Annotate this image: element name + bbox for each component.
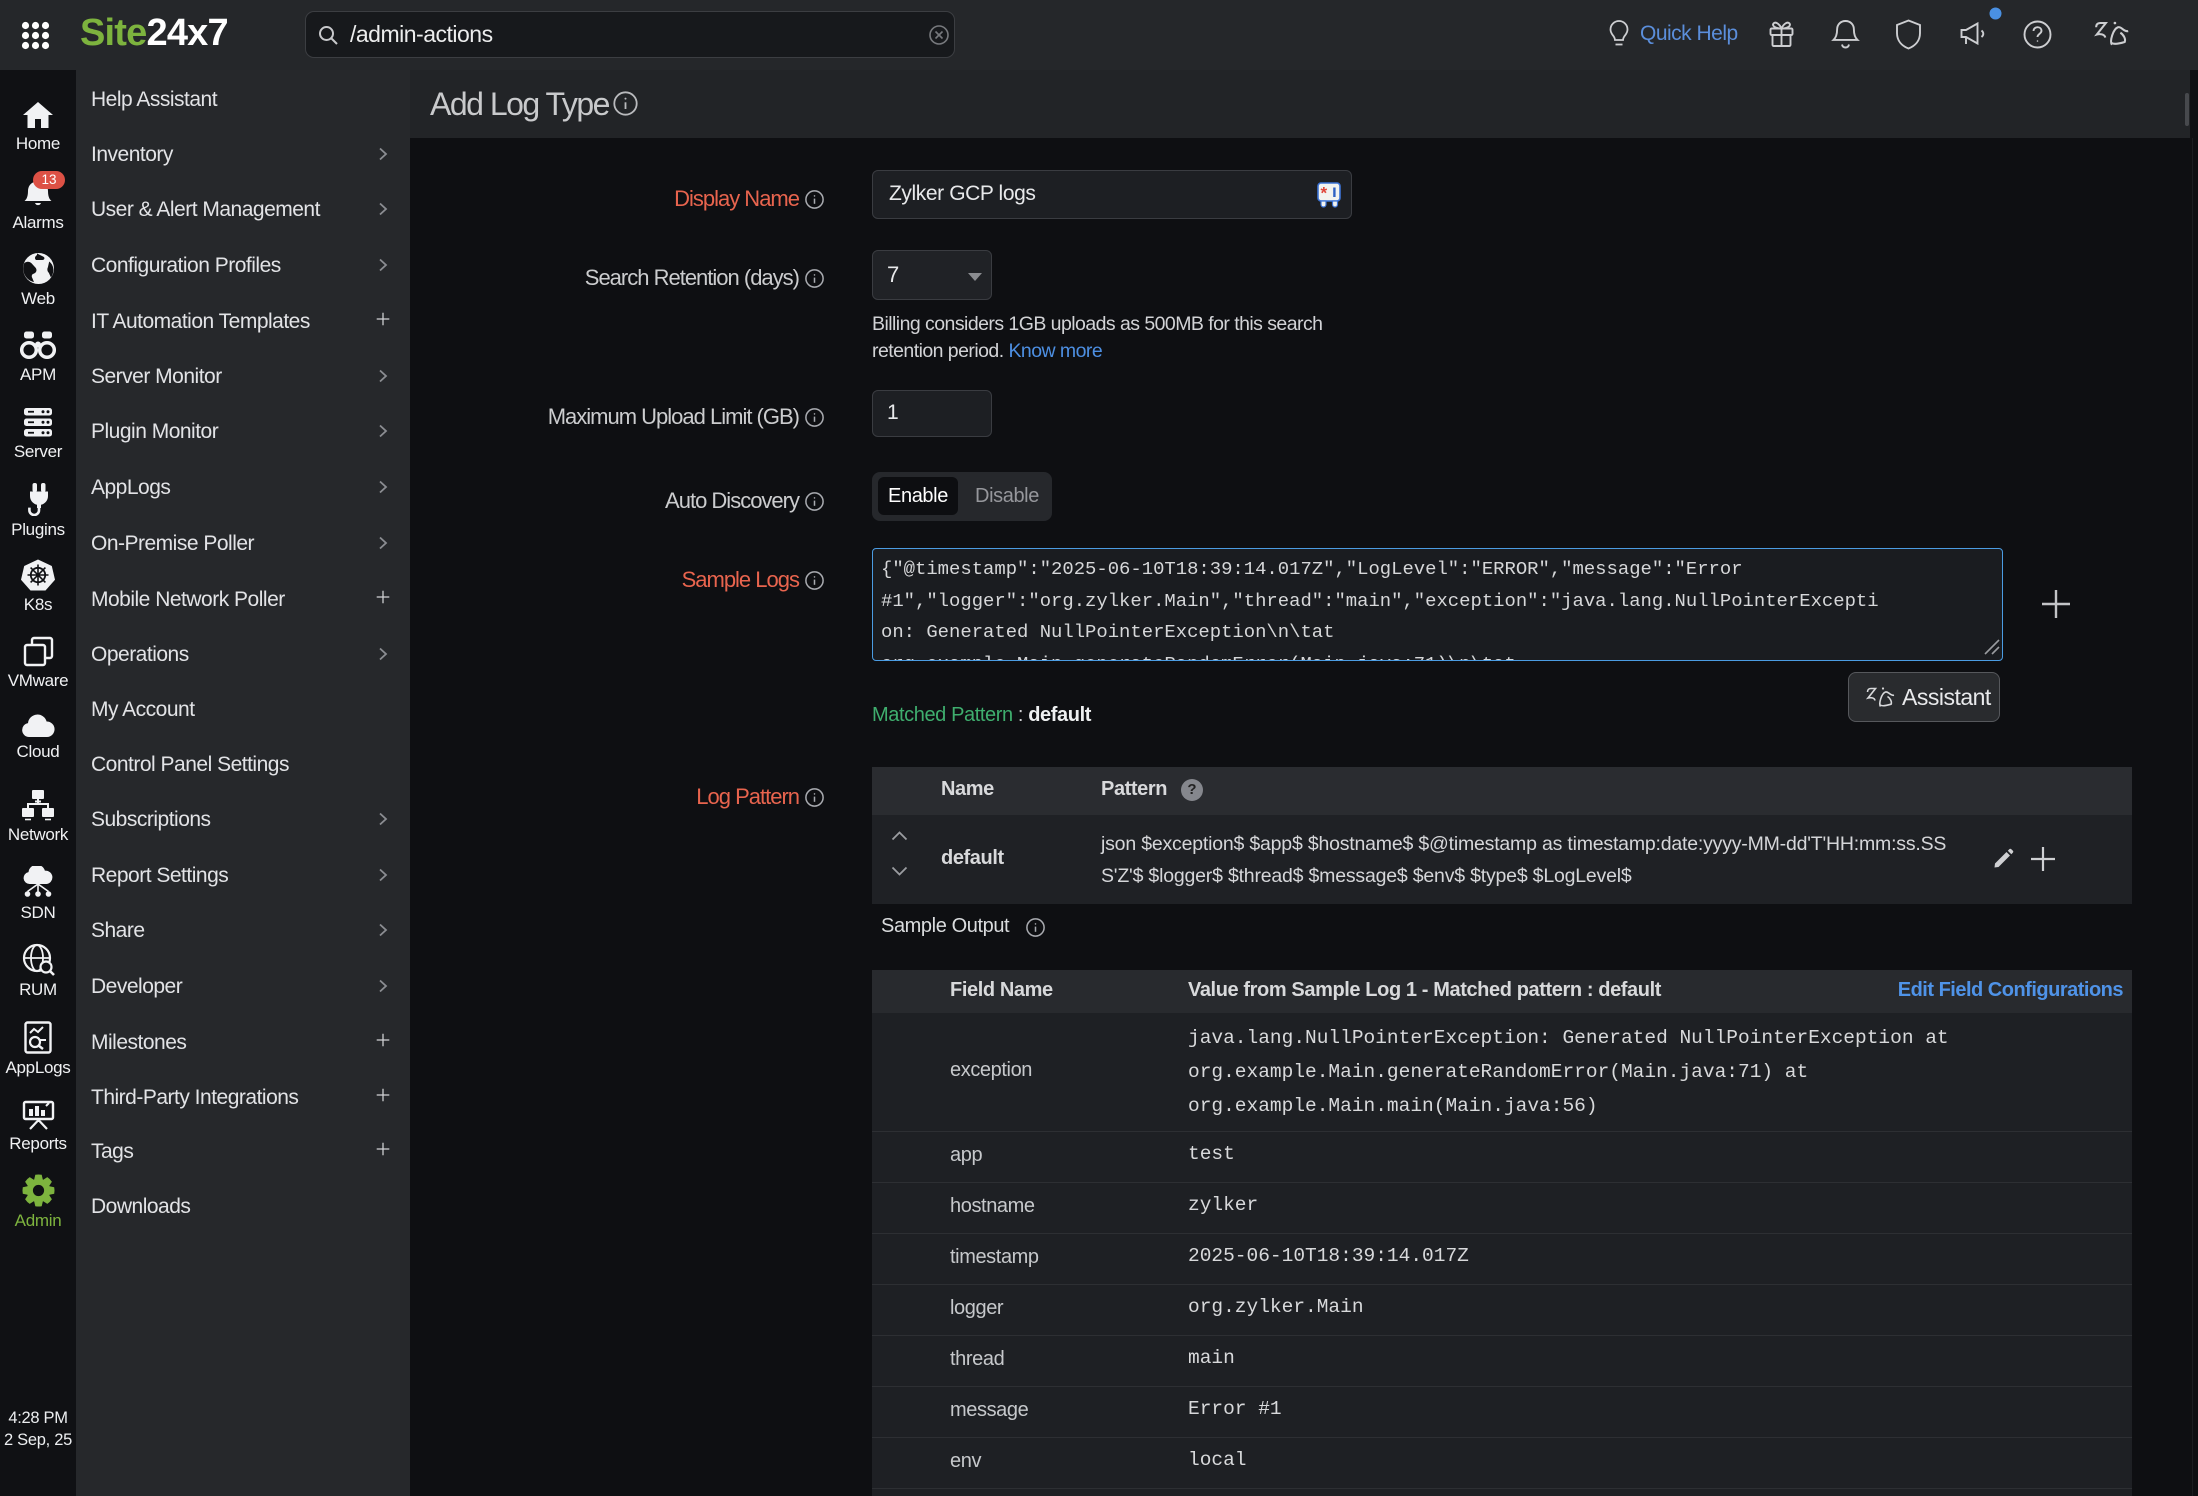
svg-text:*: * [1321,184,1328,203]
